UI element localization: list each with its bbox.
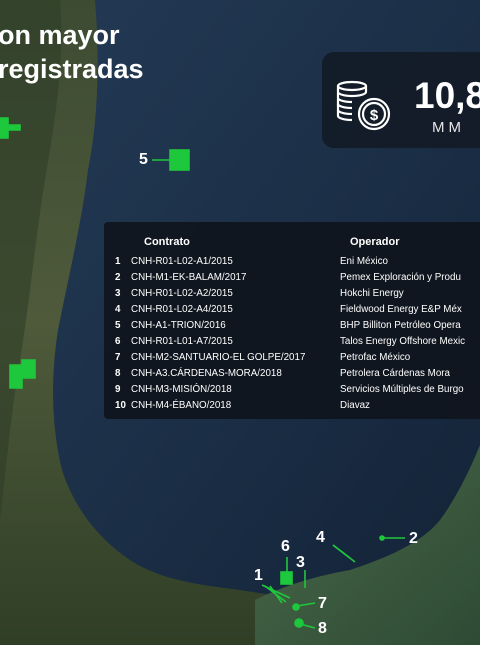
marker-block-5	[169, 149, 190, 171]
marker-block-9	[9, 359, 36, 389]
marker-block-7	[292, 603, 300, 611]
marker-block-1c	[261, 584, 291, 599]
leader-line-7	[296, 602, 316, 607]
marker-block-2	[379, 535, 385, 541]
marker-block-8	[294, 618, 304, 628]
marker-block-4b	[332, 544, 351, 559]
marker-block-1b	[269, 585, 283, 604]
marker-block-edge-top	[0, 117, 21, 139]
block-markers	[0, 117, 405, 629]
marker-block-6	[280, 571, 293, 585]
